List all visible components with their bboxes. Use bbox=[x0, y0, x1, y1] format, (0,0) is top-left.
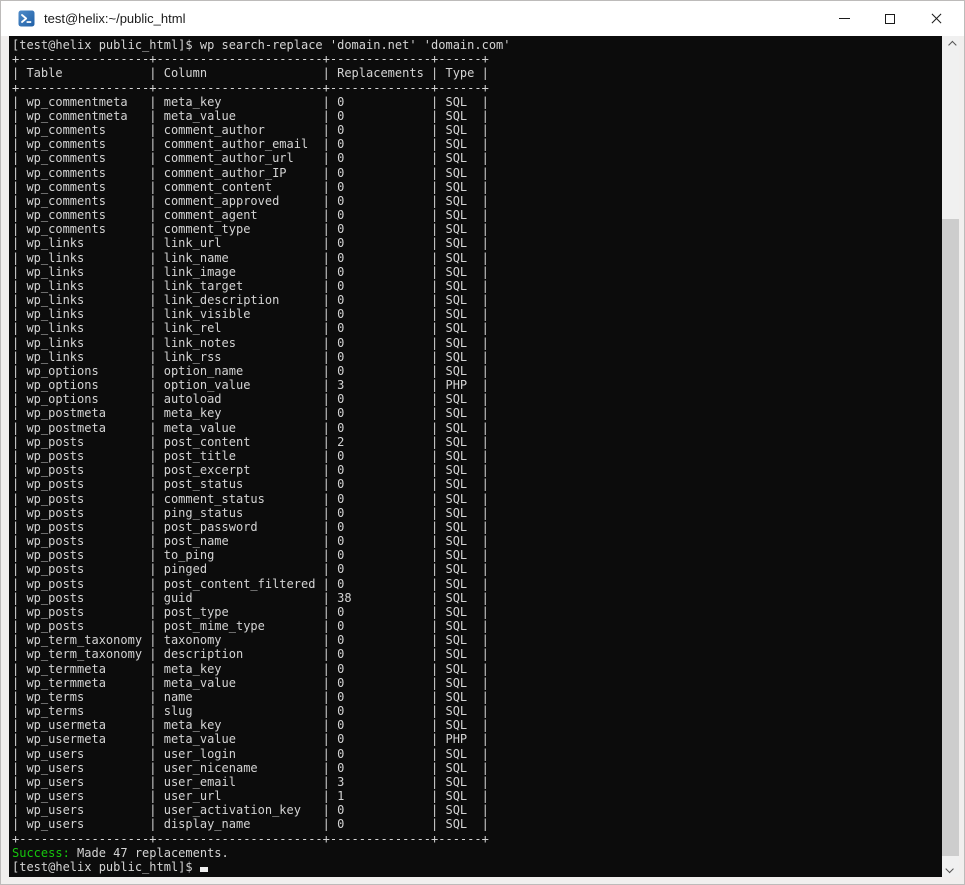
chevron-down-icon bbox=[944, 864, 954, 873]
success-message: Made 47 replacements. bbox=[77, 845, 229, 860]
terminal-window: test@helix:~/public_html [test@helix pub… bbox=[0, 0, 965, 885]
scroll-thumb[interactable] bbox=[942, 219, 959, 856]
titlebar[interactable]: test@helix:~/public_html bbox=[1, 1, 964, 36]
window-title: test@helix:~/public_html bbox=[44, 11, 186, 26]
close-icon bbox=[930, 12, 943, 25]
chevron-up-icon bbox=[947, 40, 957, 49]
window-controls bbox=[821, 1, 959, 36]
scroll-up-button[interactable] bbox=[942, 36, 959, 53]
terminal-screen[interactable]: [test@helix public_html]$ wp search-repl… bbox=[9, 36, 942, 877]
scroll-down-button[interactable] bbox=[942, 860, 959, 877]
minimize-button[interactable] bbox=[821, 1, 867, 36]
command-and-table-output: [test@helix public_html]$ wp search-repl… bbox=[12, 38, 511, 846]
close-button[interactable] bbox=[913, 1, 959, 36]
shell-prompt: [test@helix public_html]$ bbox=[12, 859, 200, 874]
terminal-cursor bbox=[199, 866, 208, 872]
minimize-icon bbox=[838, 18, 850, 19]
powershell-icon bbox=[18, 10, 35, 27]
maximize-icon bbox=[885, 13, 895, 24]
scrollbar[interactable] bbox=[942, 36, 959, 877]
terminal-output: [test@helix public_html]$ wp search-repl… bbox=[9, 36, 942, 874]
maximize-button[interactable] bbox=[867, 1, 913, 36]
success-label: Success: bbox=[12, 845, 70, 860]
